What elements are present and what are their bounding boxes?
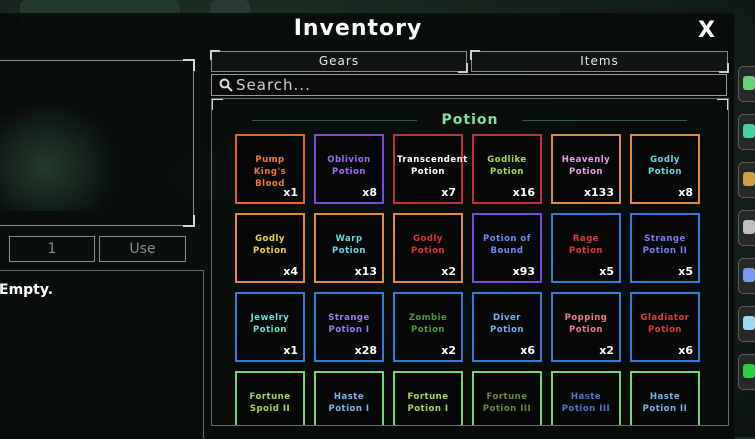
item-count: x16 (512, 186, 535, 199)
item-name: Pump King's Blood (253, 155, 287, 189)
item-count: x5 (678, 265, 693, 278)
item-count: x5 (599, 265, 614, 278)
item-slot[interactable]: Godly Potion x4 (235, 213, 305, 283)
window-title: Inventory (293, 16, 423, 41)
item-count: x8 (678, 186, 693, 199)
tab-gears[interactable]: Gears (210, 50, 468, 73)
item-name: Gladiator Potion (640, 313, 690, 335)
item-slot[interactable]: Diver Potion x6 (472, 292, 542, 362)
scroll-icon (743, 172, 755, 186)
item-count: x8 (362, 186, 377, 199)
snowflake-icon (743, 316, 755, 330)
gem-icon (743, 124, 755, 138)
item-slot[interactable]: Transcendent Potion x7 (393, 134, 468, 204)
item-slot[interactable]: Warp Potion x13 (314, 213, 384, 283)
item-slot[interactable]: Gladiator Potion x6 (630, 292, 700, 362)
item-slot[interactable]: Fortune Spoid II (235, 371, 305, 425)
cloud-icon (743, 220, 755, 234)
item-count: x93 (512, 265, 535, 278)
star-icon (743, 268, 755, 282)
item-name: Fortune Potion I (407, 392, 449, 414)
item-name: Fortune Potion III (482, 392, 532, 414)
green-box-icon (743, 364, 755, 378)
item-slot[interactable]: Godly Potion x8 (630, 134, 700, 204)
item-count: x133 (583, 186, 614, 199)
item-slot[interactable]: Fortune Potion III (472, 371, 542, 425)
item-name: Zombie Potion (408, 313, 448, 335)
item-slot[interactable]: Oblivion Potion x8 (314, 134, 384, 204)
gear-green-side-button[interactable] (738, 66, 755, 102)
item-slot[interactable]: Fortune Potion I (393, 371, 463, 425)
item-name: Godlike Potion (487, 155, 527, 177)
cloud-side-button[interactable] (738, 210, 755, 246)
item-name: Diver Potion (490, 313, 524, 335)
item-slot[interactable]: Zombie Potion x2 (393, 292, 463, 362)
item-slot[interactable]: Strange Potion I x28 (314, 292, 384, 362)
item-preview-image (0, 101, 118, 211)
item-count: x1 (283, 344, 298, 357)
section-title: Potion (441, 112, 499, 128)
item-count: x7 (441, 186, 456, 199)
item-name: Strange Potion II (642, 234, 688, 256)
star-side-button[interactable] (738, 258, 755, 294)
item-slot[interactable]: Haste Potion II (630, 371, 700, 425)
item-name: Haste Potion III (561, 392, 611, 414)
item-name: Heavenly Potion (561, 155, 611, 177)
item-name: Strange Potion I (328, 313, 370, 335)
item-name: Jewelry Potion (250, 313, 290, 335)
item-count: x6 (678, 344, 693, 357)
close-button[interactable]: X (698, 18, 715, 43)
item-slot[interactable]: Haste Potion I (314, 371, 384, 425)
item-count: x4 (283, 265, 298, 278)
item-name: Haste Potion I (328, 392, 370, 414)
search-box[interactable] (211, 74, 727, 96)
item-slot[interactable]: Popping Potion x2 (551, 292, 621, 362)
item-slot[interactable]: Rage Potion x5 (551, 213, 621, 283)
item-slot[interactable]: Heavenly Potion x133 (551, 134, 621, 204)
search-icon (219, 78, 233, 92)
item-name: Warp Potion (332, 234, 366, 256)
green-box-side-button[interactable] (738, 354, 755, 390)
gem-side-button[interactable] (738, 114, 755, 150)
tab-items[interactable]: Items (470, 50, 729, 73)
tab-items-label: Items (580, 54, 619, 68)
item-slot[interactable]: Godly Potion x2 (393, 213, 463, 283)
item-name: Oblivion Potion (327, 155, 371, 177)
item-slot[interactable]: Haste Potion III (551, 371, 621, 425)
item-name: Godly Potion (411, 234, 445, 256)
item-description: Empty. (0, 282, 54, 298)
item-name: Godly Potion (253, 234, 287, 256)
item-name: Rage Potion (569, 234, 603, 256)
item-slot[interactable]: Jewelry Potion x1 (235, 292, 305, 362)
item-count: x2 (599, 344, 614, 357)
item-count: x13 (354, 265, 377, 278)
item-name: Popping Potion (564, 313, 608, 335)
item-count: x1 (283, 186, 298, 199)
quantity-input[interactable]: 1 (9, 236, 95, 262)
item-grid[interactable]: Potion Pump King's Blood x1 Oblivion Potio… (211, 98, 729, 426)
item-slot[interactable]: Godlike Potion x16 (472, 134, 542, 204)
tab-gears-label: Gears (318, 54, 360, 68)
snowflake-side-button[interactable] (738, 306, 755, 342)
search-input[interactable] (236, 75, 716, 95)
item-name: Haste Potion II (642, 392, 688, 414)
gear-green-icon (743, 76, 755, 90)
item-name: Transcendent Potion (397, 155, 468, 177)
item-slot[interactable]: Potion of Bound x93 (472, 213, 542, 283)
item-count: x2 (441, 344, 456, 357)
item-name: Potion of Bound (483, 234, 531, 256)
item-count: x28 (354, 344, 377, 357)
use-button[interactable]: Use (99, 236, 186, 262)
item-name: Godly Potion (648, 155, 682, 177)
item-count: x6 (520, 344, 535, 357)
item-count: x2 (441, 265, 456, 278)
item-slot[interactable]: Pump King's Blood x1 (235, 134, 305, 204)
item-slot[interactable]: Strange Potion II x5 (630, 213, 700, 283)
scroll-side-button[interactable] (738, 162, 755, 198)
item-preview-frame (0, 59, 195, 227)
item-name: Fortune Spoid II (249, 392, 291, 414)
